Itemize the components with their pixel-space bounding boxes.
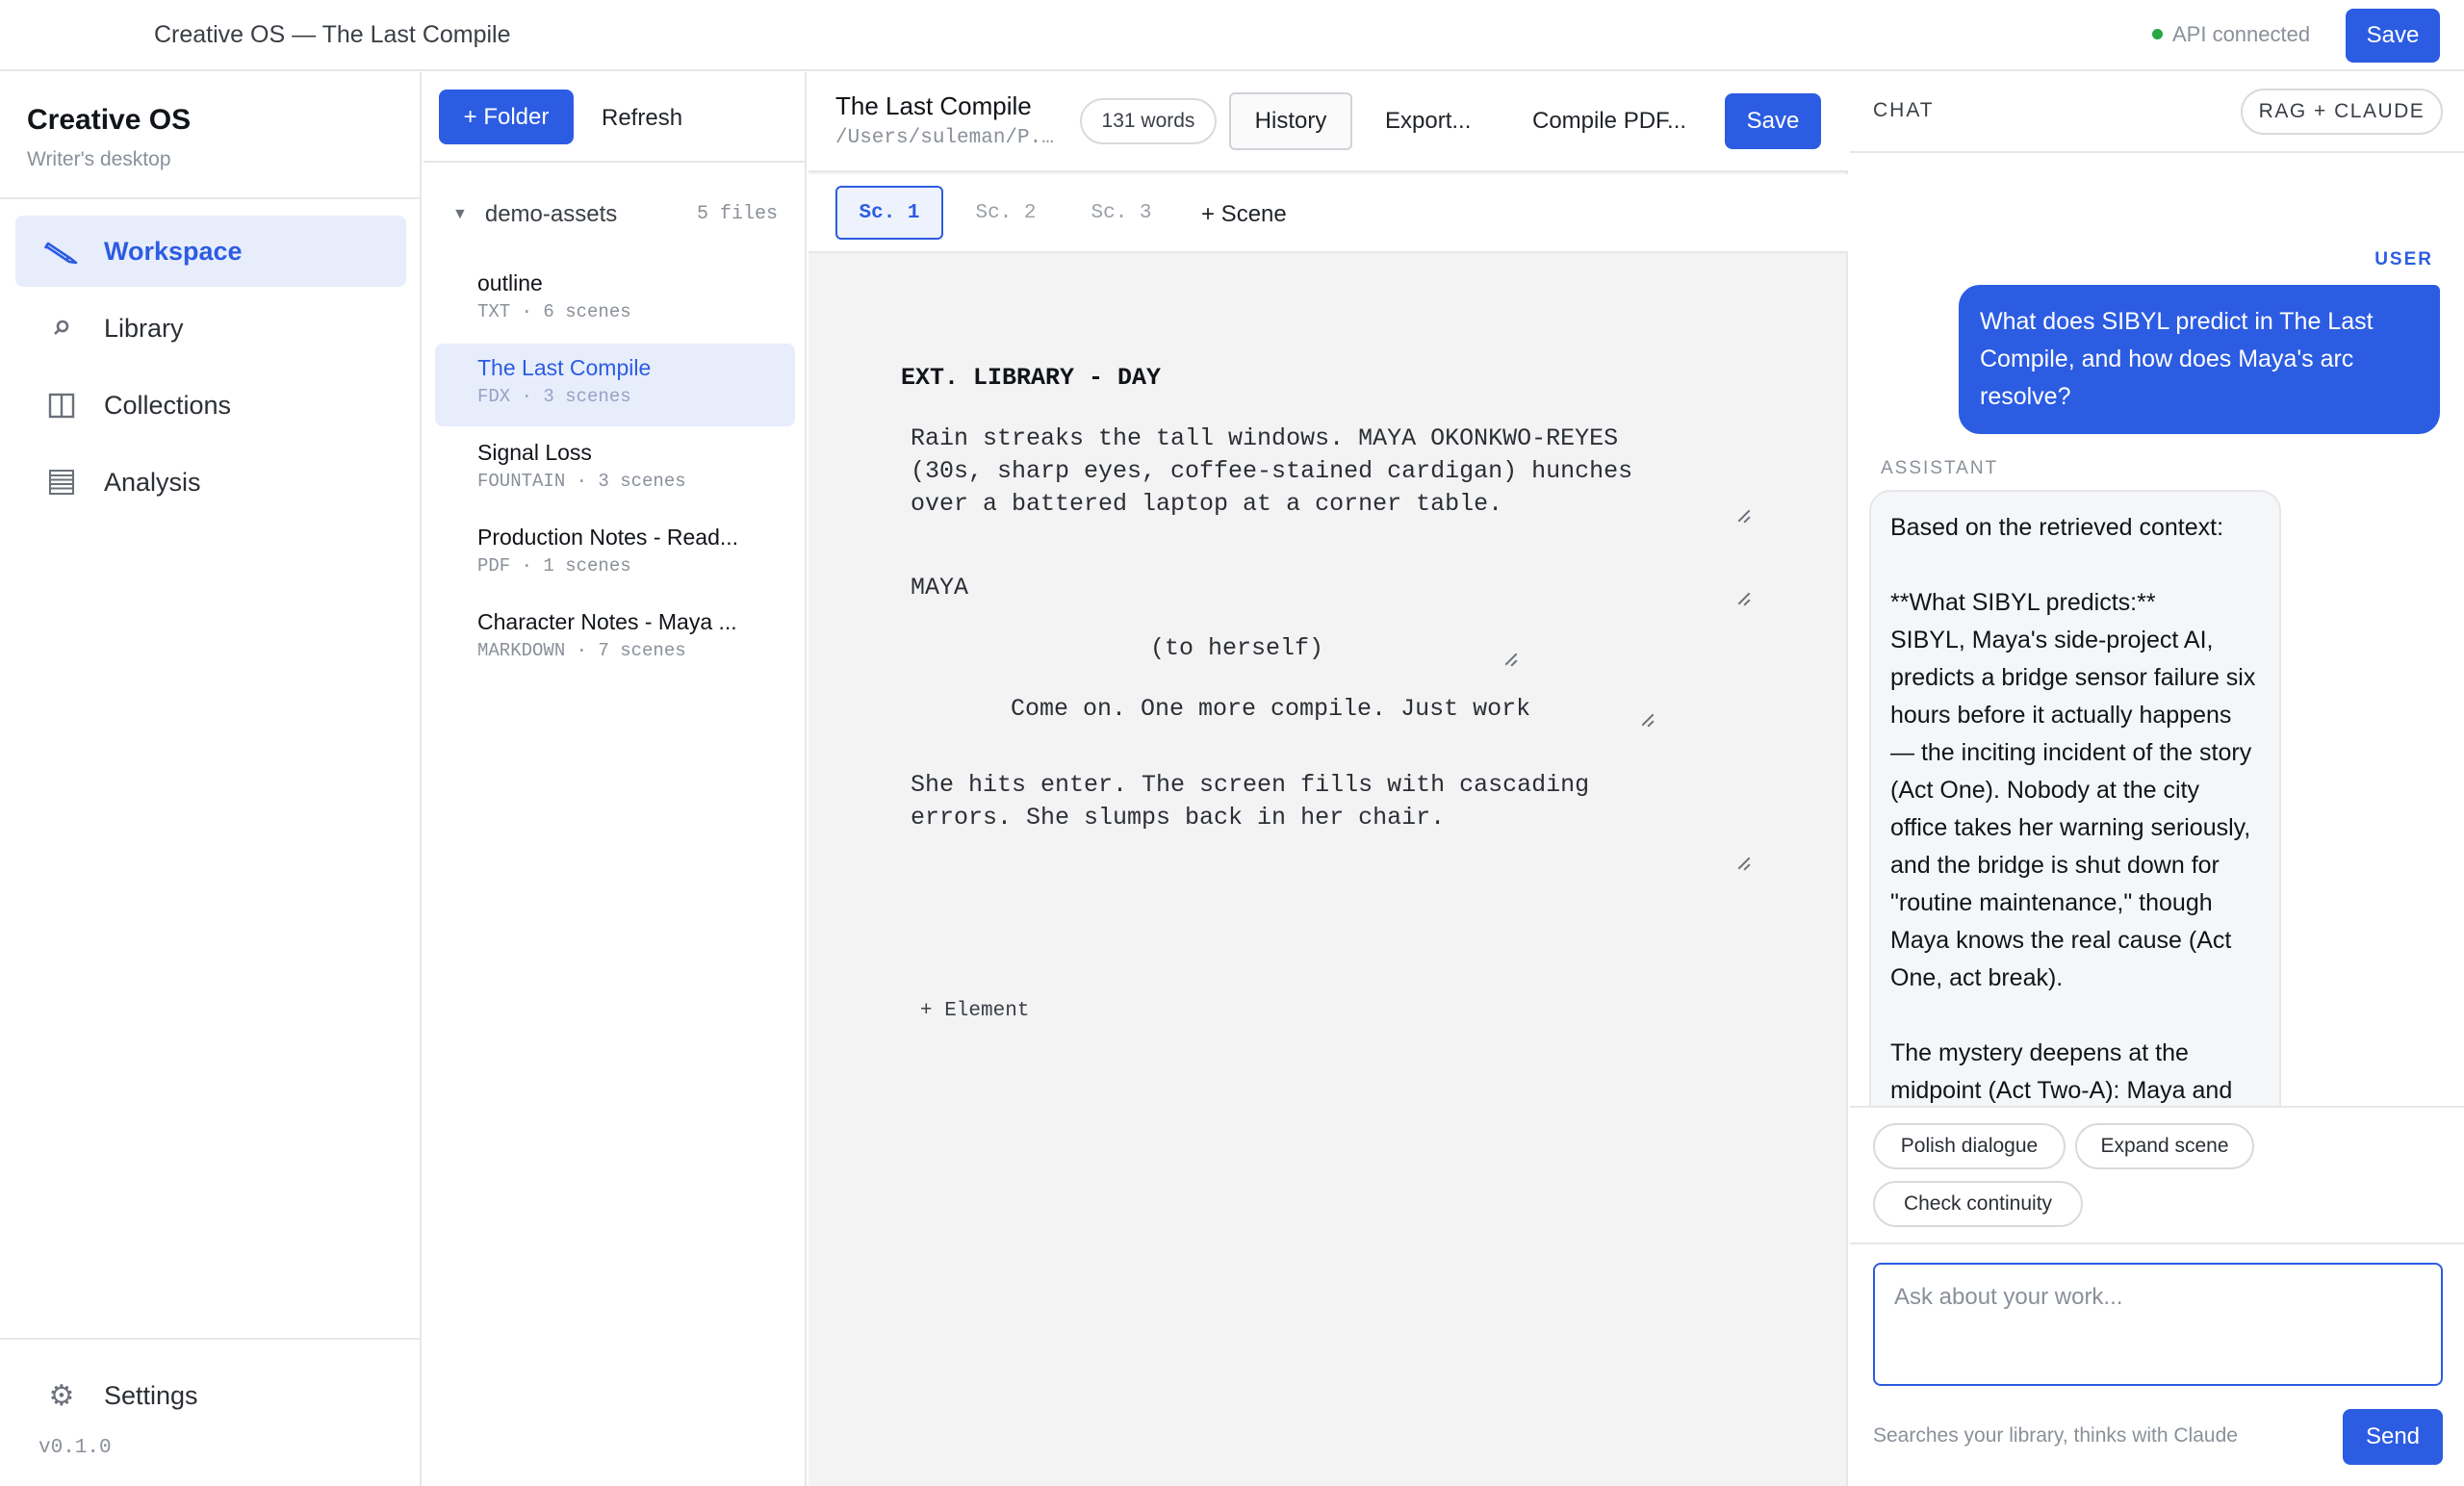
settings-label: Settings (104, 1380, 198, 1410)
add-scene-button[interactable]: + Scene (1201, 201, 1287, 228)
sidebar-item-label: Analysis (104, 467, 201, 497)
file-meta: FOUNTAIN · 3 scenes (477, 471, 686, 492)
mode-badge: RAG + CLAUDE (2241, 89, 2443, 135)
file-item-the-last-compile[interactable]: The Last Compile FDX · 3 scenes (435, 344, 795, 426)
folder-name: demo-assets (484, 201, 618, 227)
file-meta: TXT · 6 scenes (477, 301, 631, 322)
chat-header: CHAT (1873, 99, 1935, 121)
sidebar-item-label: Library (104, 313, 184, 343)
polish-dialogue-chip[interactable]: Polish dialogue (1873, 1123, 2066, 1169)
check-continuity-chip[interactable]: Check continuity (1873, 1181, 2083, 1227)
file-name: Production Notes - Read... (477, 525, 739, 550)
character-cue[interactable]: MAYA (911, 572, 968, 604)
tab-scene-2[interactable]: Sc. 2 (961, 186, 1051, 240)
table-icon (38, 468, 85, 497)
add-element-button[interactable]: + Element (920, 1000, 1029, 1022)
document-path: /Users/suleman/P... (835, 127, 1057, 149)
window-title: Creative OS — The Last Compile (154, 21, 511, 48)
assistant-role-label: ASSISTANT (1881, 458, 1999, 478)
user-role-label: USER (2374, 249, 2433, 269)
file-panel: + Folder Refresh ▼ demo-assets 5 files o… (424, 72, 807, 1486)
dialogue-block[interactable]: Come on. One more compile. Just work (1011, 693, 1530, 726)
status-dot-icon (2152, 28, 2163, 39)
script-editor: The Last Compile /Users/suleman/P... 131… (808, 72, 1848, 1486)
file-name: outline (477, 270, 543, 295)
expand-scene-chip[interactable]: Expand scene (2075, 1123, 2254, 1169)
file-item-character-notes[interactable]: Character Notes - Maya ... MARKDOWN · 7 … (435, 598, 795, 680)
chat-panel: CHAT RAG + CLAUDE USER What does SIBYL p… (1850, 72, 2464, 1486)
add-folder-button[interactable]: + Folder (439, 90, 574, 144)
api-status-label: API connected (2172, 22, 2311, 46)
save-button[interactable]: Save (1725, 93, 1821, 149)
document-title: The Last Compile (835, 91, 1032, 120)
app-brand: Creative OS (27, 104, 192, 136)
divider (0, 1338, 422, 1340)
global-save-button[interactable]: Save (2346, 9, 2440, 63)
compile-pdf-button[interactable]: Compile PDF... (1532, 108, 1686, 135)
file-name: The Last Compile (477, 355, 652, 380)
refresh-button[interactable]: Refresh (602, 105, 682, 132)
resize-handle-icon[interactable] (1734, 855, 1750, 870)
sidebar-item-workspace[interactable]: Workspace (15, 216, 406, 287)
file-item-outline[interactable]: outline TXT · 6 scenes (435, 259, 795, 342)
sidebar-item-library[interactable]: Library (15, 293, 406, 364)
parenthetical[interactable]: (to herself) (1150, 632, 1323, 665)
scene-heading[interactable]: EXT. LIBRARY - DAY (901, 362, 1161, 395)
chat-hint: Searches your library, thinks with Claud… (1873, 1424, 2238, 1447)
message-list[interactable]: USER What does SIBYL predict in The Last… (1850, 153, 2464, 1106)
sidebar-item-label: Workspace (104, 236, 243, 266)
file-item-production-notes[interactable]: Production Notes - Read... PDF · 1 scene… (435, 513, 795, 596)
sidebar: Creative OS Writer's desktop Workspace L… (0, 72, 422, 1486)
title-bar: Creative OS — The Last Compile API conne… (0, 0, 2464, 71)
search-icon (38, 317, 85, 340)
scene-tabs: Sc. 1 Sc. 2 Sc. 3 + Scene (808, 174, 1848, 253)
word-count-badge: 131 words (1080, 98, 1217, 144)
sidebar-item-label: Collections (104, 390, 232, 420)
pencil-icon (38, 237, 85, 266)
resize-handle-icon[interactable] (1502, 651, 1517, 666)
sidebar-item-analysis[interactable]: Analysis (15, 447, 406, 518)
export-button[interactable]: Export... (1385, 108, 1471, 135)
folder-toggle[interactable]: ▼ demo-assets (452, 201, 617, 228)
suggestion-chips: Polish dialogue Expand scene Check conti… (1850, 1106, 2464, 1244)
app-version: v0.1.0 (38, 1437, 112, 1459)
file-name: Signal Loss (477, 440, 592, 465)
chat-input[interactable] (1875, 1265, 2441, 1384)
api-status: API connected (2152, 22, 2310, 47)
file-item-signal-loss[interactable]: Signal Loss FOUNTAIN · 3 scenes (435, 428, 795, 511)
history-button[interactable]: History (1229, 92, 1352, 150)
action-block[interactable]: She hits enter. The screen fills with ca… (911, 769, 1589, 834)
tab-scene-1[interactable]: Sc. 1 (835, 186, 943, 240)
sidebar-item-collections[interactable]: Collections (15, 370, 406, 441)
file-meta: MARKDOWN · 7 scenes (477, 640, 686, 661)
resize-handle-icon[interactable] (1734, 507, 1750, 523)
action-block[interactable]: Rain streaks the tall windows. MAYA OKON… (911, 423, 1632, 521)
resize-handle-icon[interactable] (1638, 711, 1654, 727)
user-message: What does SIBYL predict in The Last Comp… (1959, 285, 2440, 434)
editor-toolbar: The Last Compile /Users/suleman/P... 131… (808, 72, 1848, 172)
gear-icon: ⚙ (48, 1379, 75, 1412)
resize-handle-icon[interactable] (1734, 590, 1750, 605)
caret-down-icon: ▼ (452, 206, 468, 222)
file-meta: PDF · 1 scenes (477, 555, 631, 576)
tab-scene-3[interactable]: Sc. 3 (1076, 186, 1167, 240)
app-tagline: Writer's desktop (27, 148, 171, 170)
sidebar-item-settings[interactable]: ⚙ Settings (15, 1360, 406, 1431)
divider (424, 161, 807, 163)
divider (0, 197, 422, 199)
file-name: Character Notes - Maya ... (477, 609, 737, 634)
file-meta: FDX · 3 scenes (477, 386, 631, 407)
chat-input-wrapper (1873, 1263, 2443, 1386)
send-button[interactable]: Send (2343, 1409, 2443, 1465)
assistant-message: Based on the retrieved context: **What S… (1869, 490, 2281, 1106)
columns-icon (38, 391, 85, 420)
file-count: 5 files (696, 203, 778, 225)
